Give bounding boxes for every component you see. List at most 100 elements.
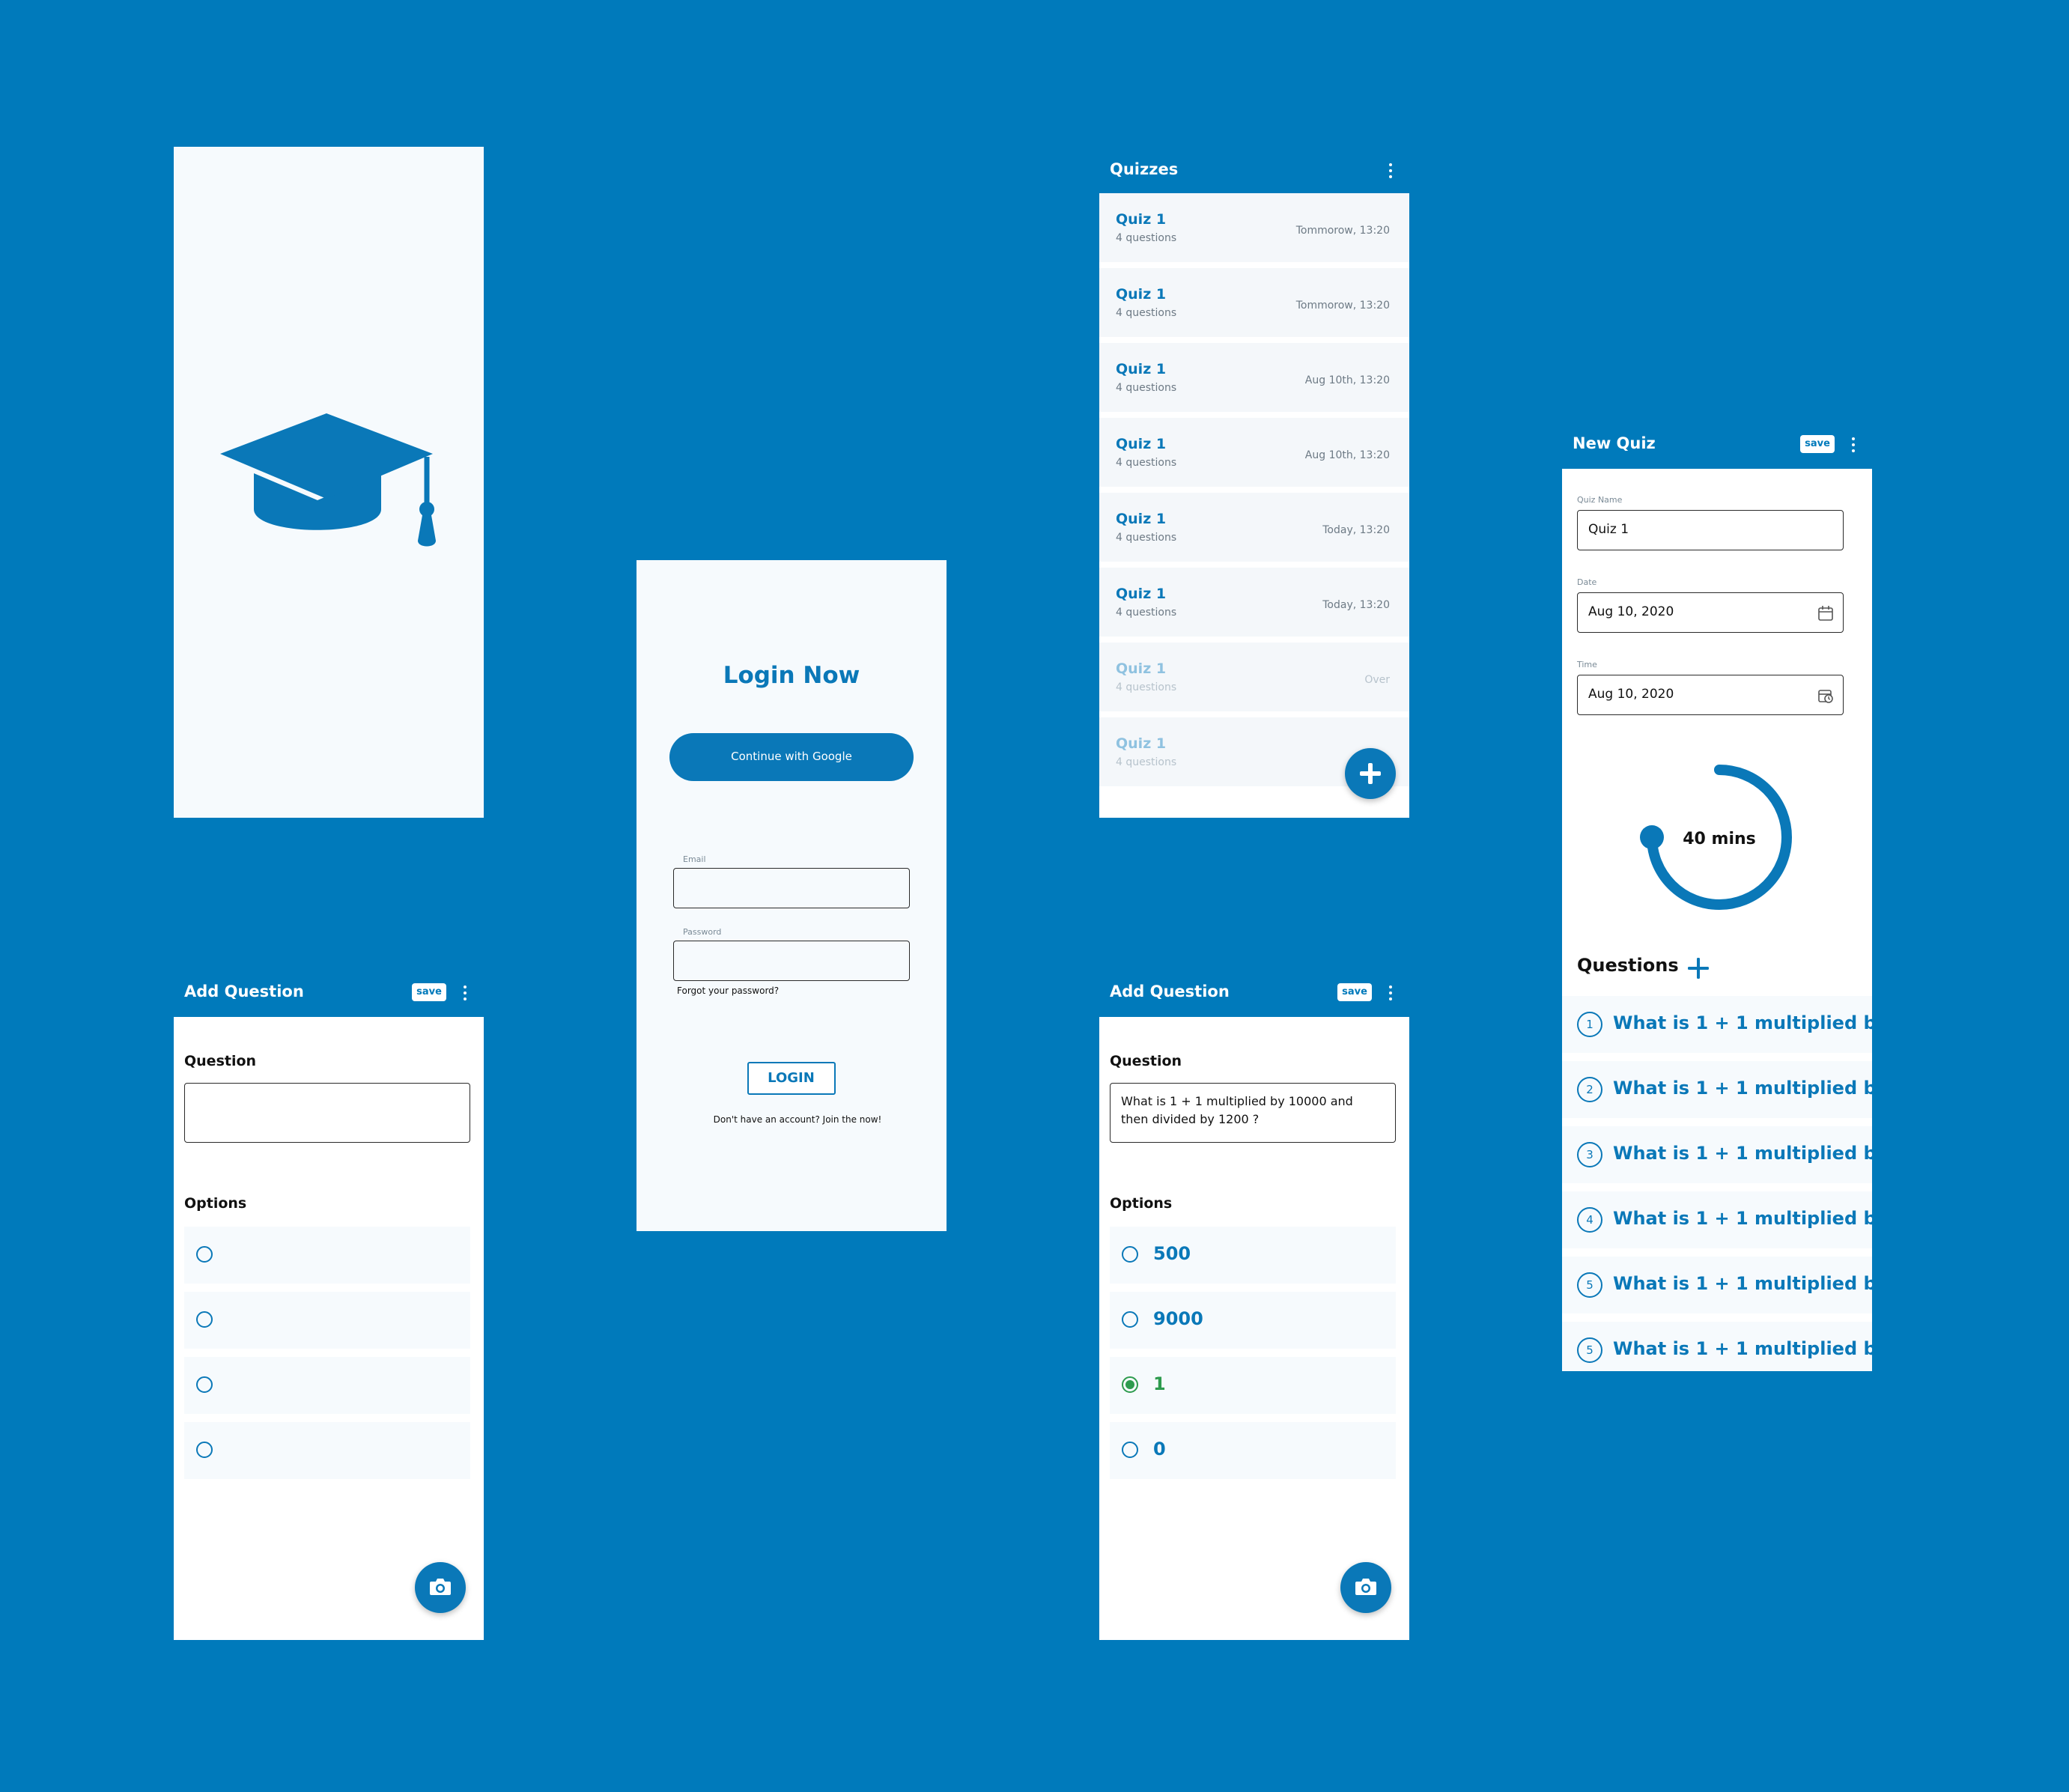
camera-button[interactable] — [415, 1562, 466, 1613]
time-input[interactable]: Aug 10, 2020 — [1577, 675, 1844, 715]
option-text-selected: 1 — [1153, 1373, 1166, 1394]
date-input[interactable]: Aug 10, 2020 — [1577, 592, 1844, 633]
add-question-empty-screen: Question Options — [174, 1017, 484, 1640]
password-input[interactable] — [673, 941, 910, 981]
add-quiz-button[interactable] — [1345, 748, 1396, 799]
quiz-date: Aug 10th, 13:20 — [1304, 374, 1390, 386]
quiz-question-count: 4 questions — [1116, 382, 1177, 394]
question-text: What is 1 + 1 multiplied by... — [1613, 1208, 1872, 1229]
time-label: Time — [1577, 660, 1597, 669]
email-input[interactable] — [673, 868, 910, 908]
quiz-question-count: 4 questions — [1116, 681, 1177, 693]
quiz-list-item[interactable]: Quiz 1 4 questions Today, 13:20 — [1099, 493, 1409, 562]
add-question-icon[interactable] — [1686, 956, 1710, 980]
option-row[interactable] — [184, 1422, 470, 1479]
login-screen: Login Now Continue with Google Email Pas… — [637, 560, 947, 1231]
new-quiz-title: New Quiz — [1573, 434, 1656, 452]
question-list-item[interactable]: 1 What is 1 + 1 multiplied by... — [1562, 996, 1872, 1053]
splash-screen — [174, 147, 484, 818]
quiz-name: Quiz 1 — [1116, 361, 1167, 377]
option-radio[interactable] — [196, 1311, 213, 1328]
option-text: 500 — [1153, 1243, 1191, 1264]
add-question-title: Add Question — [1110, 982, 1230, 1000]
add-question-more-icon[interactable] — [1388, 985, 1393, 1000]
quiz-name-label: Quiz Name — [1577, 495, 1623, 505]
quiz-name-input[interactable]: Quiz 1 — [1577, 510, 1844, 550]
option-radio[interactable] — [196, 1246, 213, 1263]
option-radio[interactable] — [196, 1376, 213, 1393]
quiz-name: Quiz 1 — [1116, 511, 1167, 527]
quiz-question-count: 4 questions — [1116, 457, 1177, 469]
add-question-save-button[interactable]: save — [1337, 983, 1372, 1001]
signup-link[interactable]: Don't have an account? Join the now! — [637, 1114, 958, 1125]
google-login-button-label: Continue with Google — [731, 750, 852, 763]
question-text: What is 1 + 1 multiplied by... — [1613, 1143, 1872, 1164]
option-radio[interactable] — [196, 1442, 213, 1458]
quiz-question-count: 4 questions — [1116, 232, 1177, 244]
quiz-list-item[interactable]: Quiz 1 4 questions Tommorow, 13:20 — [1099, 193, 1409, 262]
question-text: What is 1 + 1 multiplied by... — [1613, 1078, 1872, 1099]
quiz-date: Tommorow, 13:20 — [1295, 225, 1390, 237]
quizzes-more-icon[interactable] — [1388, 163, 1393, 178]
question-list-item[interactable]: 2 What is 1 + 1 multiplied by... — [1562, 1061, 1872, 1118]
option-row[interactable] — [184, 1292, 470, 1349]
option-radio[interactable] — [1122, 1311, 1138, 1328]
new-quiz-save-button[interactable]: save — [1800, 435, 1835, 453]
quiz-list-item[interactable]: Quiz 1 4 questions Aug 10th, 13:20 — [1099, 418, 1409, 487]
add-question-save-button[interactable]: save — [412, 983, 446, 1001]
option-text: 9000 — [1153, 1308, 1203, 1329]
login-title: Login Now — [723, 662, 860, 689]
option-row[interactable]: 0 — [1110, 1422, 1396, 1479]
question-list-item[interactable]: 4 What is 1 + 1 multiplied by... — [1562, 1191, 1872, 1248]
plus-icon — [1360, 763, 1381, 784]
question-list-item[interactable]: 5 What is 1 + 1 multiplied by... — [1562, 1257, 1872, 1313]
quiz-list-item[interactable]: Quiz 1 4 questions Aug 10th, 13:20 — [1099, 343, 1409, 412]
new-quiz-screen: Quiz Name Quiz 1 Date Aug 10, 2020 Time … — [1562, 469, 1872, 1371]
option-row[interactable]: 500 — [1110, 1227, 1396, 1284]
new-quiz-more-icon[interactable] — [1851, 437, 1856, 452]
quiz-list-item[interactable]: Quiz 1 4 questions Over — [1099, 643, 1409, 711]
option-radio[interactable] — [1122, 1442, 1138, 1458]
question-number: 4 — [1577, 1207, 1602, 1233]
quizzes-title: Quizzes — [1110, 160, 1179, 178]
quizzes-screen: Quiz 1 4 questions Tommorow, 13:20 Quiz … — [1099, 193, 1409, 818]
quiz-date: Tommorow, 13:20 — [1295, 300, 1390, 312]
option-text: 0 — [1153, 1439, 1166, 1460]
google-login-button[interactable]: Continue with Google — [669, 733, 914, 781]
question-list-item[interactable]: 5 What is 1 + 1 multiplied by... — [1562, 1322, 1872, 1371]
quiz-name: Quiz 1 — [1116, 660, 1167, 677]
option-row[interactable]: 1 — [1110, 1357, 1396, 1414]
forgot-password-link[interactable]: Forgot your password? — [677, 985, 779, 996]
duration-value: 40 mins — [1683, 830, 1756, 848]
question-number: 3 — [1577, 1142, 1602, 1167]
question-text: What is 1 + 1 multiplied by... — [1613, 1338, 1872, 1359]
camera-button[interactable] — [1340, 1562, 1391, 1613]
option-row[interactable] — [184, 1227, 470, 1284]
question-input[interactable]: What is 1 + 1 multiplied by 10000 and th… — [1110, 1083, 1396, 1143]
quiz-list-item[interactable]: Quiz 1 4 questions Today, 13:20 — [1099, 568, 1409, 637]
quiz-name: Quiz 1 — [1116, 586, 1167, 602]
option-radio-selected[interactable] — [1122, 1376, 1138, 1393]
option-row[interactable] — [184, 1357, 470, 1414]
question-number: 2 — [1577, 1077, 1602, 1102]
quiz-list-item[interactable]: Quiz 1 4 questions Tommorow, 13:20 — [1099, 268, 1409, 337]
question-number: 5 — [1577, 1337, 1602, 1363]
date-value: Aug 10, 2020 — [1588, 604, 1674, 619]
calendar-clock-icon[interactable] — [1817, 687, 1834, 704]
quiz-name: Quiz 1 — [1116, 286, 1167, 303]
quiz-name: Quiz 1 — [1116, 735, 1167, 752]
login-button-label: LOGIN — [768, 1070, 815, 1086]
question-input[interactable] — [184, 1083, 470, 1143]
login-button[interactable]: LOGIN — [747, 1062, 836, 1095]
question-number: 5 — [1577, 1272, 1602, 1298]
add-question-filled-screen: Question What is 1 + 1 multiplied by 100… — [1099, 1017, 1409, 1640]
quiz-question-count: 4 questions — [1116, 607, 1177, 619]
option-row[interactable]: 9000 — [1110, 1292, 1396, 1349]
quiz-date: Today, 13:20 — [1322, 524, 1390, 536]
question-text-line-2: then divided by 1200 ? — [1121, 1112, 1260, 1126]
calendar-icon[interactable] — [1817, 605, 1834, 622]
options-label: Options — [184, 1195, 247, 1212]
question-list-item[interactable]: 3 What is 1 + 1 multiplied by... — [1562, 1126, 1872, 1183]
option-radio[interactable] — [1122, 1246, 1138, 1263]
add-question-more-icon[interactable] — [463, 985, 467, 1000]
